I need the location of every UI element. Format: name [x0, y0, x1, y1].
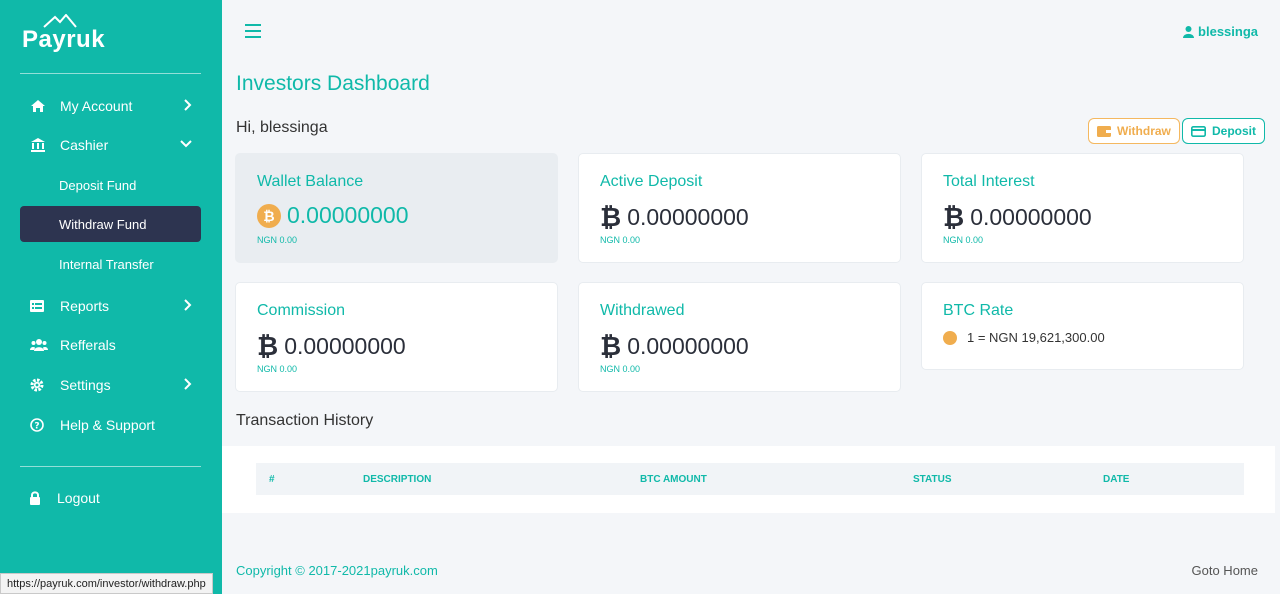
user-icon	[1183, 25, 1195, 38]
card-commission: Commission ₿ 0.00000000 NGN 0.00	[235, 282, 558, 392]
card-value: ₿ 0.00000000	[600, 202, 749, 233]
logout-label: Logout	[57, 490, 100, 506]
deposit-label: Deposit	[1212, 124, 1257, 138]
bitcoin-icon: ₿	[257, 331, 279, 361]
commission-value: 0.00000000	[284, 333, 406, 359]
card-ngn-value: NGN 0.00	[600, 364, 641, 374]
report-icon	[20, 300, 60, 312]
sidebar-item-my-account[interactable]: My Account	[20, 88, 201, 124]
browser-status-url: https://payruk.com/investor/withdraw.php	[0, 573, 213, 594]
username: blessinga	[1198, 24, 1258, 39]
transaction-table: # DESCRIPTION BTC AMOUNT STATUS DATE	[222, 446, 1275, 513]
copyright-text: Copyright © 2017-2021payruk.com	[236, 563, 438, 578]
chevron-right-icon	[184, 378, 192, 390]
sidebar-item-label: Settings	[60, 377, 111, 393]
card-active-deposit: Active Deposit ₿ 0.00000000 NGN 0.00	[578, 153, 901, 263]
lock-icon	[20, 491, 57, 505]
sidebar-item-cashier[interactable]: Cashier	[20, 127, 201, 163]
wallet-icon	[1097, 125, 1111, 137]
hamburger-menu-icon[interactable]	[245, 24, 261, 38]
credit-card-icon	[1191, 125, 1206, 137]
card-title: Total Interest	[943, 173, 1035, 190]
card-btc-rate: BTC Rate 1 = NGN 19,621,300.00	[921, 282, 1244, 370]
card-value: ₿ 0.00000000	[257, 331, 406, 362]
sidebar-item-help-support[interactable]: ? Help & Support	[20, 407, 201, 443]
bitcoin-icon: ₿	[943, 202, 965, 232]
sidebar: Payruk My Account Cashier Deposit Fund W…	[0, 0, 222, 594]
logo[interactable]: Payruk	[22, 14, 112, 54]
bitcoin-coin-icon	[943, 330, 957, 345]
svg-text:?: ?	[34, 422, 39, 432]
gear-icon	[20, 378, 60, 392]
withdraw-label: Withdraw	[1117, 124, 1171, 138]
column-header-number: #	[269, 474, 275, 485]
sidebar-item-reports[interactable]: Reports	[20, 288, 201, 324]
btc-rate-value: 1 = NGN 19,621,300.00	[967, 330, 1105, 345]
withdraw-button[interactable]: Withdraw	[1088, 118, 1180, 144]
main-content: blessinga Investors Dashboard Hi, blessi…	[222, 0, 1280, 594]
column-header-date: DATE	[1103, 474, 1130, 485]
users-icon	[20, 339, 60, 351]
deposit-button[interactable]: Deposit	[1182, 118, 1266, 144]
column-header-description: DESCRIPTION	[363, 474, 432, 485]
card-title: Wallet Balance	[257, 173, 364, 190]
active-deposit-value: 0.00000000	[627, 204, 749, 230]
chevron-down-icon	[180, 140, 192, 148]
card-total-interest: Total Interest ₿ 0.00000000 NGN 0.00	[921, 153, 1244, 263]
sidebar-item-withdraw-fund[interactable]: Withdraw Fund	[20, 206, 201, 242]
sidebar-item-label: My Account	[60, 98, 133, 114]
sidebar-item-label: Cashier	[60, 137, 109, 153]
chevron-right-icon	[184, 99, 192, 111]
btc-rate-line: 1 = NGN 19,621,300.00	[943, 330, 1105, 345]
card-withdrawed: Withdrawed ₿ 0.00000000 NGN 0.00	[578, 282, 901, 392]
transaction-history-title: Transaction History	[236, 412, 374, 429]
card-title: Withdrawed	[600, 302, 685, 319]
sidebar-item-settings[interactable]: Settings	[20, 367, 201, 403]
logout-button[interactable]: Logout	[20, 480, 201, 516]
chevron-right-icon	[184, 299, 192, 311]
bitcoin-coin-icon: ₿	[257, 203, 281, 228]
home-icon	[20, 99, 60, 113]
sidebar-item-label: Reports	[60, 298, 110, 314]
card-wallet-balance: Wallet Balance ₿ 0.00000000 NGN 0.00	[235, 153, 558, 263]
card-ngn-value: NGN 0.00	[257, 364, 298, 374]
card-title: BTC Rate	[943, 302, 1014, 319]
total-interest-value: 0.00000000	[970, 204, 1092, 230]
sidebar-divider	[20, 73, 201, 74]
card-value: ₿ 0.00000000	[600, 331, 749, 362]
question-icon: ?	[20, 418, 60, 432]
sidebar-item-deposit-fund[interactable]: Deposit Fund	[20, 167, 201, 203]
greeting: Hi, blessinga	[236, 119, 328, 136]
column-header-btc-amount: BTC AMOUNT	[640, 474, 707, 485]
bitcoin-icon: ₿	[600, 331, 622, 361]
card-ngn-value: NGN 0.00	[600, 235, 641, 245]
card-title: Active Deposit	[600, 173, 703, 190]
sidebar-item-label: Refferals	[60, 337, 116, 353]
table-header: # DESCRIPTION BTC AMOUNT STATUS DATE	[256, 463, 1244, 495]
sidebar-item-refferals[interactable]: Refferals	[20, 327, 201, 363]
card-title: Commission	[257, 302, 346, 319]
wallet-balance-value: 0.00000000	[287, 202, 409, 228]
withdrawed-value: 0.00000000	[627, 333, 749, 359]
bitcoin-icon: ₿	[600, 202, 622, 232]
page-title: Investors Dashboard	[236, 72, 430, 95]
card-ngn-value: NGN 0.00	[943, 235, 984, 245]
sidebar-item-label: Help & Support	[60, 417, 155, 433]
card-value: ₿ 0.00000000	[257, 202, 409, 229]
bank-icon	[20, 138, 60, 152]
column-header-status: STATUS	[913, 474, 952, 485]
card-ngn-value: NGN 0.00	[257, 235, 298, 245]
user-menu[interactable]: blessinga	[1183, 24, 1258, 39]
sidebar-item-internal-transfer[interactable]: Internal Transfer	[20, 246, 201, 282]
goto-home-link[interactable]: Goto Home	[1192, 563, 1258, 578]
logo-text: Payruk	[22, 26, 106, 53]
card-value: ₿ 0.00000000	[943, 202, 1092, 233]
sidebar-divider	[20, 466, 201, 467]
